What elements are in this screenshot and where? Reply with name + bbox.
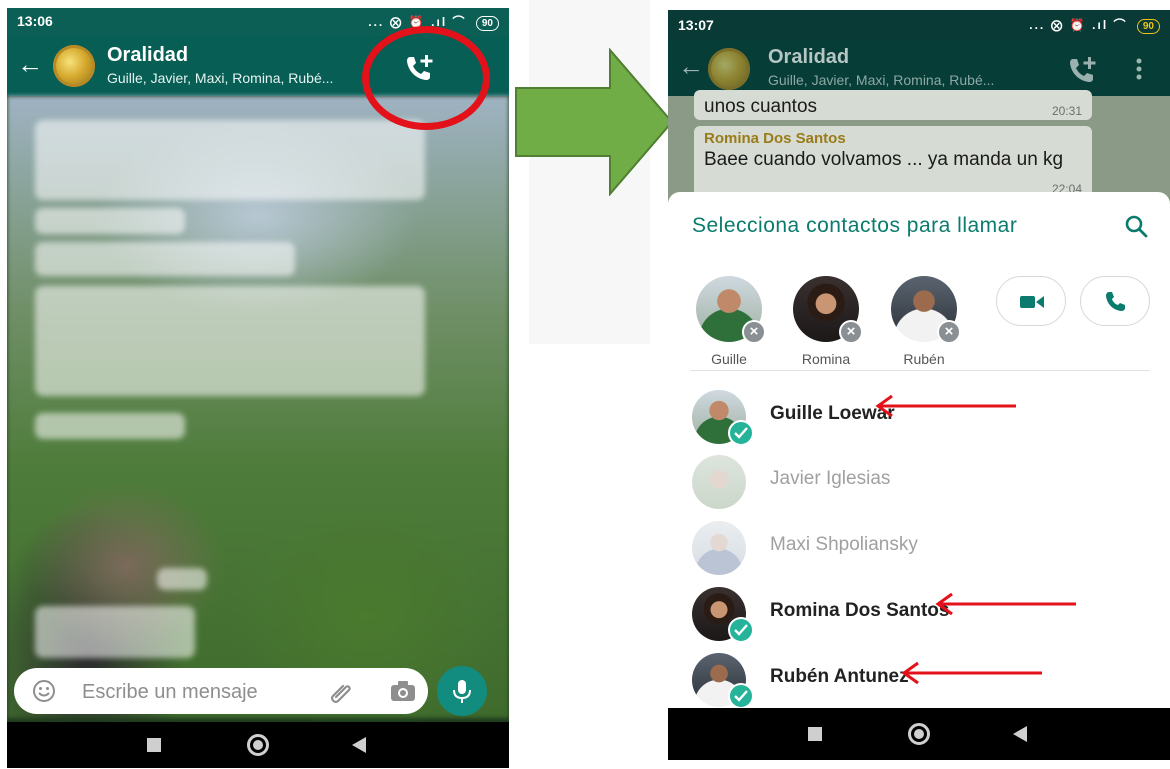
message-input[interactable]: Escribe un mensaje (14, 668, 428, 714)
status-icons: ... ⨂ ⏰ .ıl ⌒ 90 (1029, 16, 1160, 34)
selected-contact-chip[interactable]: × Romina (791, 276, 863, 367)
contact-name: Javier Iglesias (770, 468, 891, 489)
message-time: 20:31 (1051, 104, 1082, 118)
battery-indicator: 90 (1136, 19, 1160, 34)
recents-icon[interactable] (147, 738, 161, 752)
remove-chip-icon[interactable]: × (937, 320, 961, 344)
chat-header: ← Oralidad Guille, Javier, Maxi, Romina,… (668, 40, 1170, 96)
avatar (692, 521, 746, 575)
contact-name: Maxi Shpoliansky (770, 534, 918, 555)
divider (690, 370, 1150, 371)
status-time: 13:07 (678, 17, 714, 33)
nav-back-icon[interactable] (1013, 726, 1027, 742)
annotation-red-arrow-icon (875, 394, 1016, 418)
status-time: 13:06 (17, 13, 53, 29)
chat-title[interactable]: Oralidad (107, 44, 188, 67)
group-avatar[interactable] (53, 45, 95, 87)
chip-label: Rubén (903, 351, 945, 367)
back-arrow-icon[interactable]: ← (678, 53, 704, 79)
right-phone-screen: 13:07 ... ⨂ ⏰ .ıl ⌒ 90 ← Oralidad Guille… (668, 10, 1170, 760)
chat-title[interactable]: Oralidad (768, 46, 849, 69)
select-contacts-sheet: Selecciona contactos para llamar × Guill… (668, 192, 1170, 709)
blurred-message (35, 413, 185, 439)
contact-name: Rubén Antunez (770, 666, 909, 687)
message-text: unos cuantos (704, 96, 818, 117)
annotation-red-arrow-icon (901, 661, 1042, 685)
sheet-title: Selecciona contactos para llamar (692, 214, 1018, 237)
contact-row[interactable]: Romina Dos Santos (668, 583, 1170, 645)
search-icon[interactable] (1124, 214, 1148, 238)
selected-check-icon (728, 420, 754, 446)
message-text: Baee cuando volvamos ... ya manda un kg (704, 149, 1064, 170)
remove-chip-icon[interactable]: × (742, 320, 766, 344)
chat-members[interactable]: Guille, Javier, Maxi, Romina, Rubé... (768, 72, 994, 88)
selected-check-icon (728, 683, 754, 709)
home-icon[interactable] (247, 734, 269, 756)
avatar (692, 455, 746, 509)
android-nav-bar (7, 722, 509, 768)
avatar: × (696, 276, 766, 344)
annotation-red-circle (362, 26, 490, 130)
voice-call-button[interactable] (1080, 276, 1150, 326)
avatar: × (793, 276, 863, 344)
kebab-icon[interactable] (1136, 58, 1142, 80)
status-bar: 13:07 ... ⨂ ⏰ .ıl ⌒ 90 (668, 10, 1170, 40)
contact-row[interactable]: Maxi Shpoliansky (668, 517, 1170, 579)
blurred-message (35, 606, 195, 658)
recents-icon[interactable] (808, 727, 822, 741)
transition-arrow-icon (515, 48, 674, 196)
message-bubble: Romina Dos Santos Baee cuando volvamos .… (694, 126, 1092, 198)
paperclip-icon[interactable] (328, 679, 354, 705)
blurred-message (35, 208, 185, 234)
message-sender: Romina Dos Santos (704, 130, 846, 147)
home-icon[interactable] (908, 723, 930, 745)
phone-plus-icon[interactable] (1066, 54, 1098, 86)
left-phone-screen: 13:06 ... ⨂ ⏰ .ıl ⌒ 90 ← Oralidad Guille… (7, 8, 509, 768)
selected-check-icon (728, 617, 754, 643)
group-avatar[interactable] (708, 48, 750, 90)
annotation-red-arrow-icon (935, 592, 1076, 616)
video-camera-icon (1020, 296, 1044, 308)
blurred-message (157, 568, 207, 590)
avatar: × (891, 276, 961, 344)
message-bubble: unos cuantos 20:31 (694, 90, 1092, 120)
selected-contact-chip[interactable]: × Rubén (889, 276, 961, 367)
emoji-icon[interactable] (32, 679, 56, 703)
remove-chip-icon[interactable]: × (839, 320, 863, 344)
android-nav-bar (668, 708, 1170, 760)
battery-indicator: 90 (475, 16, 499, 31)
chip-label: Guille (711, 351, 747, 367)
blurred-message (35, 120, 425, 200)
status-icons-text: ... ⨂ ⏰ .ıl ⌒ (1029, 18, 1128, 32)
contact-name: Romina Dos Santos (770, 600, 950, 621)
contact-row[interactable]: Javier Iglesias (668, 451, 1170, 513)
mic-button[interactable] (437, 666, 487, 716)
chat-members[interactable]: Guille, Javier, Maxi, Romina, Rubé... (107, 70, 333, 86)
message-input-placeholder[interactable]: Escribe un mensaje (82, 681, 258, 704)
chip-label: Romina (801, 351, 851, 367)
microphone-icon (453, 680, 471, 703)
phone-icon (1106, 292, 1125, 311)
blurred-message (35, 242, 295, 276)
nav-back-icon[interactable] (352, 737, 366, 753)
blurred-message (35, 286, 425, 396)
video-call-button[interactable] (996, 276, 1066, 326)
back-arrow-icon[interactable]: ← (17, 51, 43, 77)
selected-contact-chip[interactable]: × Guille (694, 276, 766, 367)
camera-icon[interactable] (390, 680, 416, 702)
